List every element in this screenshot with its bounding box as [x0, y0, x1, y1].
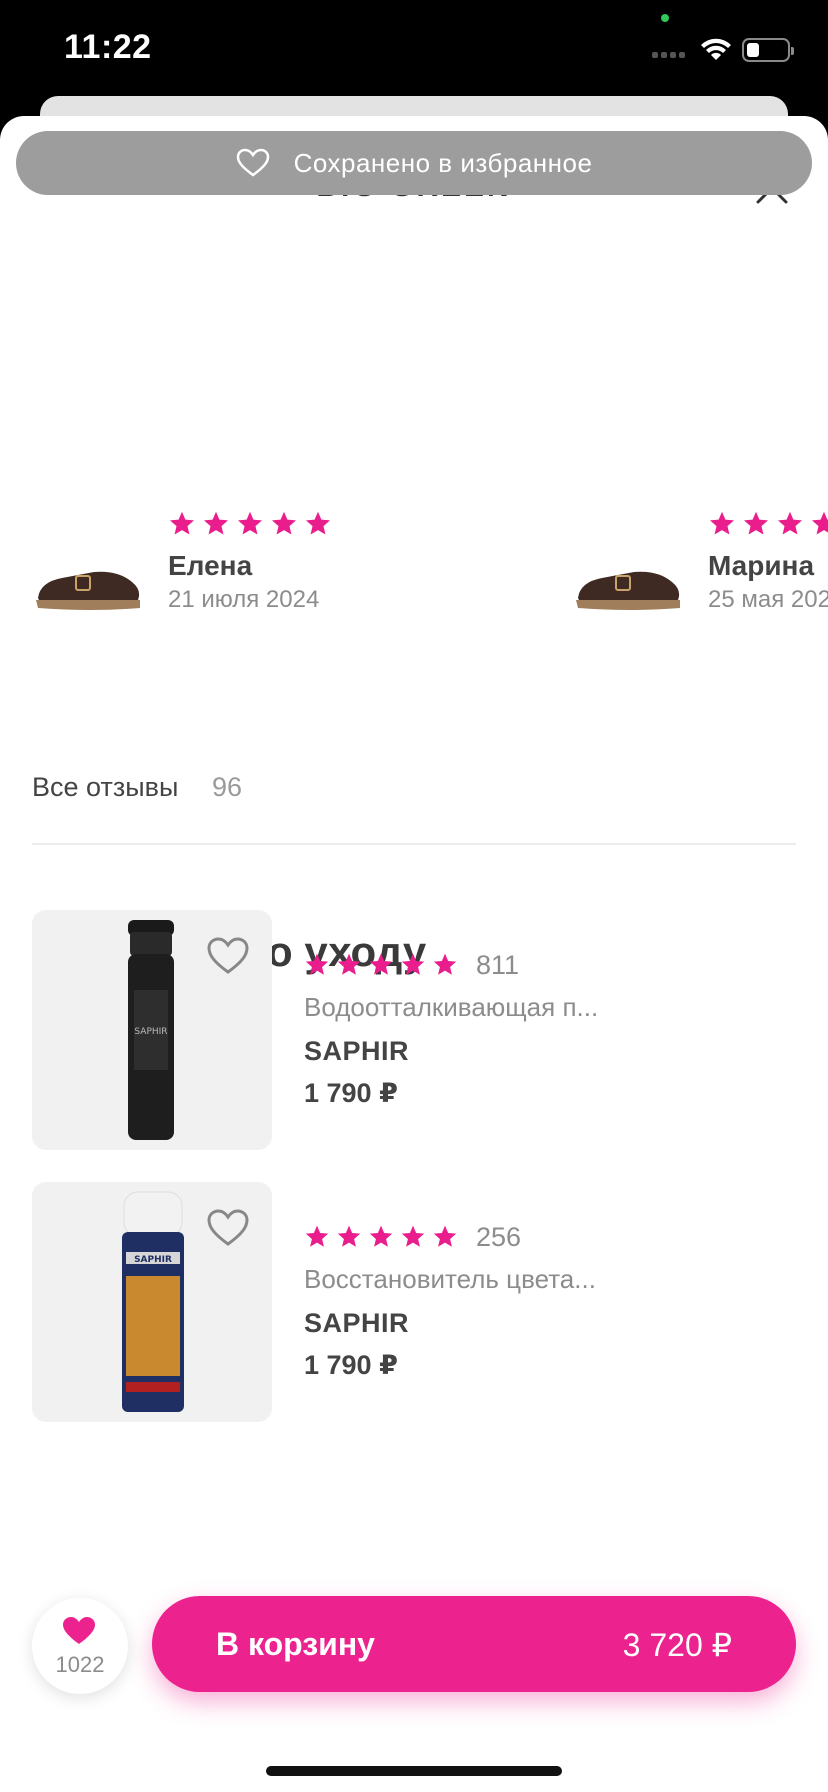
favorite-heart-icon[interactable] [206, 1208, 250, 1248]
review-date: 25 мая 2024 [708, 586, 828, 613]
star-icon [305, 1225, 329, 1247]
favorites-button[interactable]: 1022 [32, 1598, 128, 1694]
cellular-signal-icon [652, 52, 685, 58]
review-card[interactable]: Елена 21 июля 2024 [32, 510, 452, 630]
home-indicator[interactable] [266, 1766, 562, 1776]
all-reviews-link[interactable]: Все отзывы [32, 772, 178, 803]
product-brand: SAPHIR [304, 1308, 410, 1338]
battery-icon [742, 38, 794, 62]
star-icon [433, 953, 457, 975]
product-brand: SAPHIR [304, 1036, 410, 1066]
star-icon [305, 953, 329, 975]
reviewer-name: Елена [168, 550, 253, 581]
divider [32, 843, 796, 845]
status-time: 11:22 [64, 28, 152, 66]
star-icon [401, 953, 425, 975]
product-image[interactable]: SAPHIR [32, 1182, 272, 1422]
star-icon [369, 1225, 393, 1247]
review-rating [708, 510, 828, 538]
reviewer-name: Марина [708, 550, 815, 581]
cart-button-price: 3 720 ₽ [622, 1627, 732, 1663]
star-icon [401, 1225, 425, 1247]
product-price: 1 790 ₽ [304, 1350, 398, 1380]
product-sheet: BIG GREEN Елена 21 июля 2024 [0, 116, 828, 1792]
privacy-indicator-icon [661, 14, 669, 22]
star-icon [709, 511, 735, 535]
product-price: 1 790 ₽ [304, 1078, 398, 1108]
star-icon [203, 511, 229, 535]
star-icon [369, 953, 393, 975]
favorites-count: 1022 [55, 1652, 105, 1677]
review-rating [168, 510, 332, 538]
product-rating [304, 1224, 458, 1250]
add-to-cart-button[interactable]: В корзину 3 720 ₽ [152, 1596, 796, 1692]
star-icon [811, 511, 828, 535]
review-product-thumbnail [576, 571, 680, 610]
toast-text: Сохранено в избранное [293, 147, 593, 178]
star-icon [743, 511, 769, 535]
star-icon [337, 1225, 361, 1247]
product-rating [304, 952, 458, 978]
saved-to-favorites-toast: Сохранено в избранное [16, 131, 812, 195]
star-icon [237, 511, 263, 535]
product-reviews-count: 256 [476, 1222, 522, 1252]
favorite-heart-icon[interactable] [206, 936, 250, 976]
all-reviews-count: 96 [212, 772, 243, 802]
star-icon [337, 953, 361, 975]
star-icon [305, 511, 331, 535]
product-image[interactable]: SAPHIR [32, 910, 272, 1150]
product-reviews-count: 811 [476, 950, 520, 980]
heart-filled-icon [63, 1617, 95, 1644]
svg-text:SAPHIR: SAPHIR [134, 1255, 172, 1265]
care-product-card[interactable]: SAPHIR 256 Восстановитель цвета... SAPHI… [32, 1182, 796, 1422]
star-icon [169, 511, 195, 535]
wifi-icon [701, 38, 731, 60]
star-icon [777, 511, 803, 535]
care-product-card[interactable]: SAPHIR 811 Водоотталкивающая п... SAPHIR… [32, 910, 796, 1150]
star-icon [271, 511, 297, 535]
product-name[interactable]: Восстановитель цвета... [304, 1264, 596, 1295]
svg-text:SAPHIR: SAPHIR [134, 1027, 167, 1037]
review-product-thumbnail [36, 571, 140, 610]
star-icon [433, 1225, 457, 1247]
cart-button-label: В корзину [216, 1626, 375, 1662]
status-bar: 11:22 [0, 0, 828, 96]
heart-outline-icon [236, 148, 269, 177]
review-date: 21 июля 2024 [168, 586, 320, 613]
review-card[interactable]: Марина 25 мая 2024 [572, 510, 828, 630]
product-name[interactable]: Водоотталкивающая п... [304, 992, 598, 1023]
